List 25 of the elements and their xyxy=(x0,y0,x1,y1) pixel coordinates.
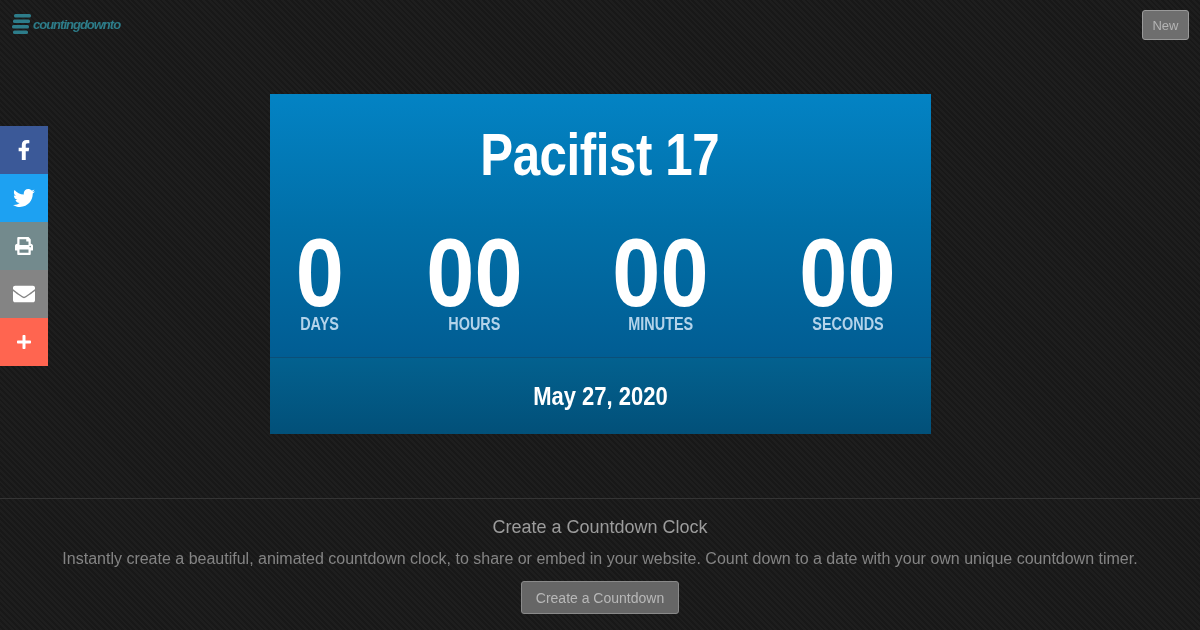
unit-label: SECONDS xyxy=(811,315,884,333)
countdown-digits: 00 xyxy=(612,230,709,315)
countdown-digits: 0 xyxy=(295,230,344,315)
countdown-title: Pacifist 17 xyxy=(480,120,720,190)
plus-share-button[interactable] xyxy=(0,318,48,366)
unit-label: HOURS xyxy=(447,315,500,333)
promo-heading: Create a Countdown Clock xyxy=(492,516,708,538)
plus-icon xyxy=(16,334,32,350)
envelope-icon xyxy=(13,283,35,305)
unit-label: MINUTES xyxy=(628,315,694,333)
target-date: May 27, 2020 xyxy=(532,381,668,411)
promo-text: Instantly create a beautiful, animated countdown clock, to share or embed in your website. Count down to a date with your own unique countdown timer. xyxy=(62,549,1138,569)
printer-icon xyxy=(15,237,33,255)
bird-share-button[interactable] xyxy=(0,174,48,222)
create-countdown-button[interactable]: Create a Countdown xyxy=(521,581,679,614)
countdown-digits: 00 xyxy=(425,230,522,315)
printer-share-button[interactable] xyxy=(0,222,48,270)
stacked-bars-icon xyxy=(12,14,31,34)
countdown-digits: 00 xyxy=(799,230,896,315)
unit-label: DAYS xyxy=(300,315,340,333)
bird-icon xyxy=(13,187,35,209)
envelope-share-button[interactable] xyxy=(0,270,48,318)
facebook-share-button[interactable] xyxy=(0,126,48,174)
logo-link[interactable]: countingdownto xyxy=(12,14,121,34)
new-button[interactable]: New xyxy=(1142,10,1189,40)
